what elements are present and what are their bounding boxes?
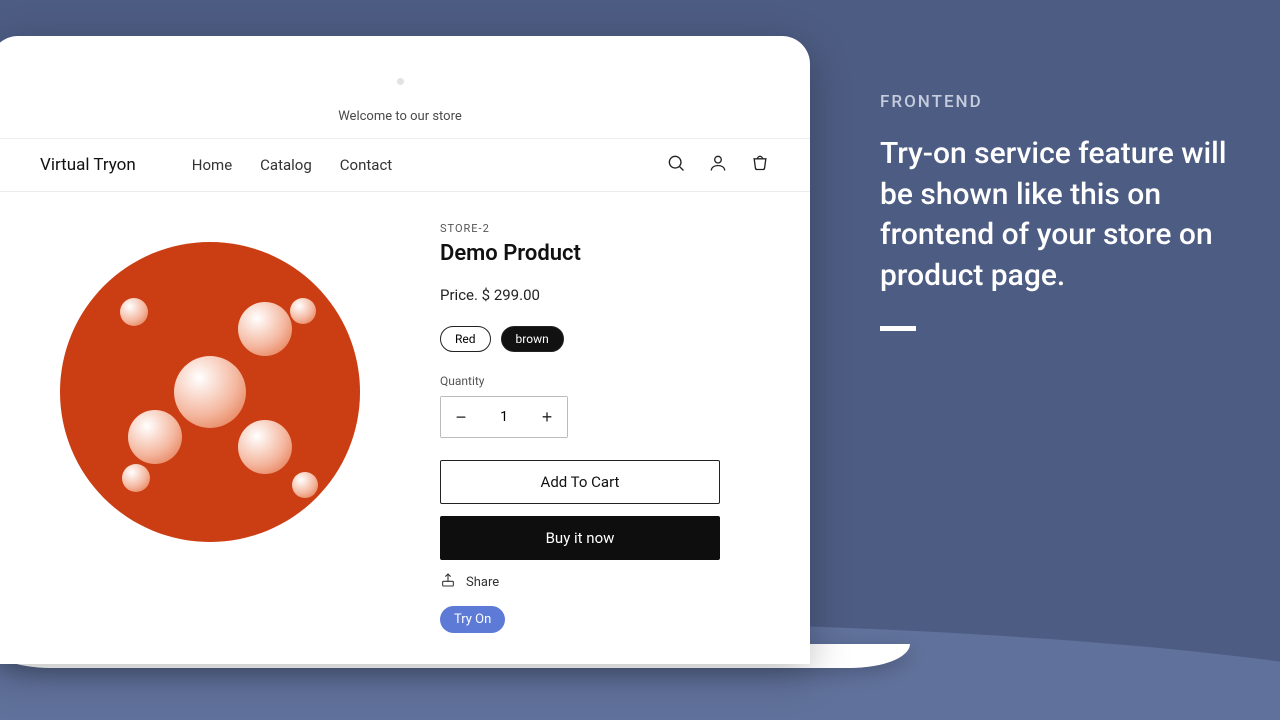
product-info: STORE-2 Demo Product Price. $ 299.00 Red… xyxy=(440,222,740,633)
variant-red[interactable]: Red xyxy=(440,326,491,352)
share-label: Share xyxy=(466,575,499,590)
variant-brown[interactable]: brown xyxy=(501,326,564,352)
marketing-copy: FRONTEND Try-on service feature will be … xyxy=(880,92,1240,331)
store-navbar: Virtual Tryon Home Catalog Contact xyxy=(0,138,810,192)
share-icon xyxy=(440,572,456,592)
buy-now-button[interactable]: Buy it now xyxy=(440,516,720,560)
quantity-decrease-button[interactable]: − xyxy=(441,397,481,437)
product-vendor: STORE-2 xyxy=(440,222,740,235)
product-title: Demo Product xyxy=(440,241,740,266)
product-image xyxy=(40,222,380,633)
product-section: STORE-2 Demo Product Price. $ 299.00 Red… xyxy=(0,192,810,633)
marketing-kicker: FRONTEND xyxy=(880,92,1240,112)
try-on-button[interactable]: Try On xyxy=(440,606,505,633)
cart-icon[interactable] xyxy=(750,153,770,177)
product-price: Price. $ 299.00 xyxy=(440,286,740,304)
nav-contact[interactable]: Contact xyxy=(340,156,392,174)
store-mock-window: Welcome to our store Virtual Tryon Home … xyxy=(0,36,810,664)
store-brand: Virtual Tryon xyxy=(40,155,136,175)
announcement-text: Welcome to our store xyxy=(338,109,462,124)
add-to-cart-button[interactable]: Add To Cart xyxy=(440,460,720,504)
quantity-value: 1 xyxy=(481,409,527,425)
search-icon[interactable] xyxy=(666,153,686,177)
carousel-dot xyxy=(397,78,404,85)
nav-catalog[interactable]: Catalog xyxy=(260,156,312,174)
announcement-bar: Welcome to our store xyxy=(0,36,810,138)
quantity-stepper: − 1 + xyxy=(440,396,568,438)
quantity-increase-button[interactable]: + xyxy=(527,397,567,437)
variant-picker: Red brown xyxy=(440,326,740,352)
marketing-headline: Try-on service feature will be shown lik… xyxy=(880,134,1240,296)
nav-links: Home Catalog Contact xyxy=(192,156,392,174)
account-icon[interactable] xyxy=(708,153,728,177)
quantity-label: Quantity xyxy=(440,374,740,388)
nav-home[interactable]: Home xyxy=(192,156,232,174)
share-button[interactable]: Share xyxy=(440,572,740,592)
divider xyxy=(880,326,916,331)
